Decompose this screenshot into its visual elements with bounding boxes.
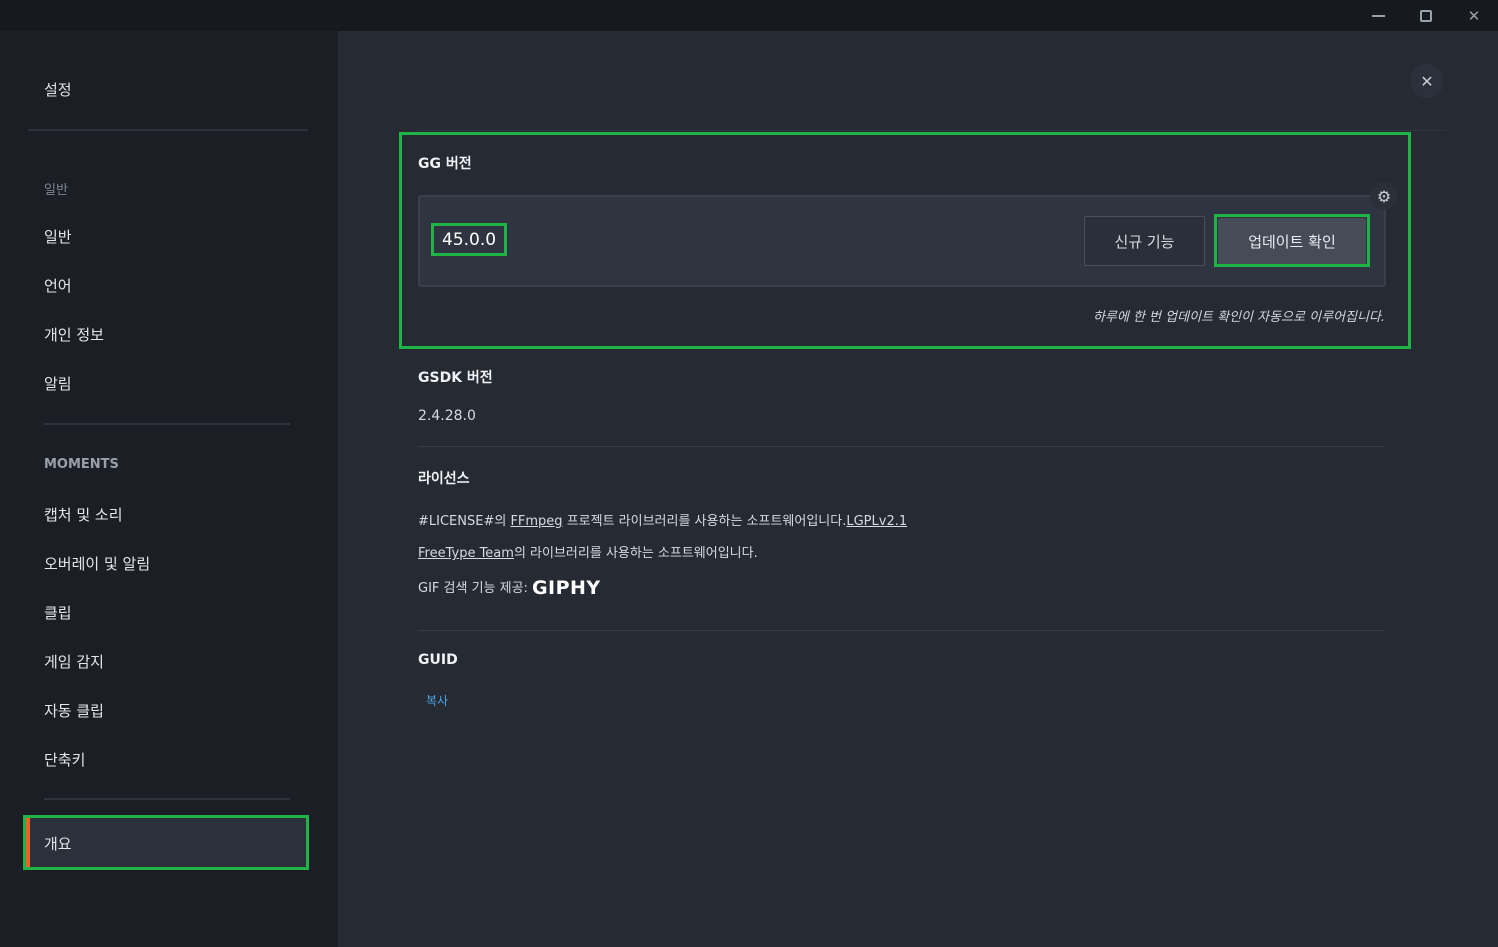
lgpl-link[interactable]: LGPLv2.1	[846, 514, 907, 529]
license-freetype-line: FreeType Team의 라이브러리를 사용하는 소프트웨어입니다.	[418, 542, 758, 561]
auto-update-note: 하루에 한 번 업데이트 확인이 자동으로 이루어집니다.	[1092, 310, 1385, 325]
maximize-icon	[1420, 9, 1432, 22]
license-text: 의 라이브러리를 사용하는 소프트웨어입니다.	[513, 546, 758, 561]
sidebar-divider	[44, 423, 290, 425]
window-close-button[interactable]: ✕	[1450, 0, 1498, 31]
sidebar-item-hotkeys[interactable]: 단축키	[44, 749, 85, 770]
close-icon: ✕	[1467, 6, 1481, 25]
close-settings-button[interactable]: ✕	[1410, 64, 1444, 98]
giphy-credit-line: GIF 검색 기능 제공: GIPHY	[418, 577, 601, 599]
gg-version-title: GG 버전	[418, 156, 472, 172]
sidebar-section-moments: MOMENTS	[44, 457, 119, 472]
sidebar-item-privacy[interactable]: 개인 정보	[44, 324, 104, 345]
section-divider	[418, 446, 1385, 447]
check-update-button[interactable]: 업데이트 확인	[1218, 218, 1366, 264]
gear-icon: ⚙	[1376, 186, 1392, 206]
sidebar-divider	[44, 798, 290, 800]
copy-guid-link[interactable]: 복사	[426, 692, 448, 709]
guid-title: GUID	[418, 652, 458, 668]
settings-sidebar: 설정 일반 일반 언어 개인 정보 알림 MOMENTS 캡처 및 소리 오버레…	[0, 31, 338, 947]
sidebar-item-overview[interactable]: 개요	[26, 818, 306, 867]
maximize-button[interactable]	[1402, 0, 1450, 31]
gg-version-value: 45.0.0	[442, 230, 497, 250]
ffmpeg-link[interactable]: FFmpeg	[510, 514, 562, 529]
sidebar-item-overlay-notifications[interactable]: 오버레이 및 알림	[44, 553, 150, 574]
sidebar-divider	[28, 129, 308, 131]
title-bar: ✕	[0, 0, 1498, 31]
sidebar-item-general[interactable]: 일반	[44, 226, 72, 247]
gsdk-version-value: 2.4.28.0	[418, 408, 476, 424]
freetype-link[interactable]: FreeType Team	[418, 546, 514, 561]
new-features-button[interactable]: 신규 기능	[1084, 216, 1205, 266]
giphy-logo: GIPHY	[531, 577, 601, 599]
sidebar-item-label: 개요	[44, 835, 72, 853]
sidebar-title: 설정	[44, 81, 72, 99]
sidebar-item-game-detection[interactable]: 게임 감지	[44, 651, 104, 672]
license-text: 프로젝트 라이브러리를 사용하는 소프트웨어입니다.	[562, 514, 847, 529]
minimize-button[interactable]	[1354, 0, 1402, 31]
license-ffmpeg-line: #LICENSE#의 FFmpeg 프로젝트 라이브러리를 사용하는 소프트웨어…	[418, 510, 907, 529]
section-divider	[418, 630, 1385, 631]
close-icon: ✕	[1420, 71, 1434, 91]
active-indicator	[26, 818, 30, 867]
sidebar-item-notifications[interactable]: 알림	[44, 373, 72, 394]
sidebar-item-clips[interactable]: 클립	[44, 602, 72, 623]
sidebar-item-language[interactable]: 언어	[44, 275, 72, 296]
gsdk-version-title: GSDK 버전	[418, 370, 493, 386]
license-title: 라이선스	[418, 471, 470, 487]
sidebar-section-general: 일반	[44, 183, 68, 198]
giphy-credit-text: GIF 검색 기능 제공:	[418, 581, 528, 596]
update-settings-button[interactable]: ⚙	[1370, 182, 1398, 210]
header-divider	[418, 130, 1446, 131]
minimize-icon	[1371, 14, 1385, 17]
sidebar-item-capture-sound[interactable]: 캡처 및 소리	[44, 504, 123, 525]
license-text: #LICENSE#의	[418, 514, 511, 529]
sidebar-item-auto-clips[interactable]: 자동 클립	[44, 700, 104, 721]
